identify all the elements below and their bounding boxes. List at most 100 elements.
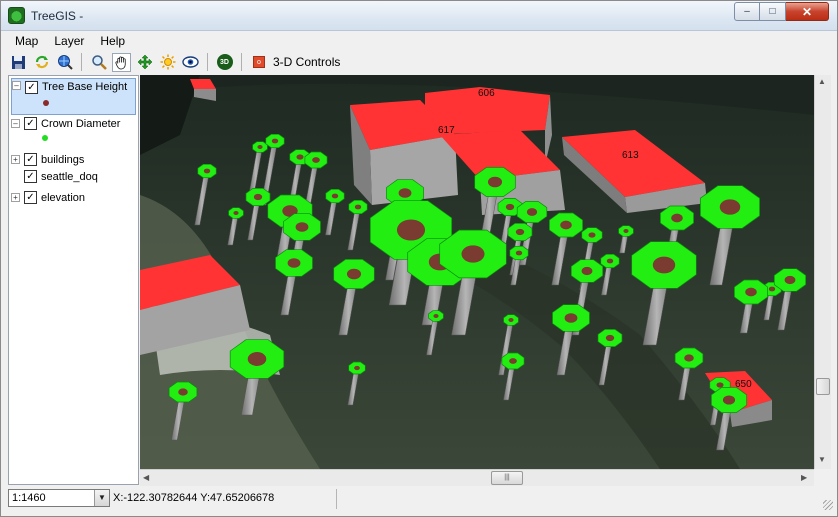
- layer-crown-diameter[interactable]: – ✓ Crown Diameter: [11, 115, 120, 132]
- window-controls: – □ ✕: [734, 2, 829, 21]
- collapse-toggle[interactable]: –: [11, 119, 20, 128]
- tree-base-marker: [623, 229, 629, 233]
- layer-label: seattle_doq: [41, 170, 98, 183]
- layer-label: elevation: [41, 191, 86, 204]
- menu-help[interactable]: Help: [92, 34, 133, 48]
- tree-base-marker: [354, 204, 362, 210]
- layer-tree-base-height[interactable]: – ✓ Tree Base Height: [11, 78, 136, 115]
- 3d-icon: 3D: [216, 54, 233, 70]
- tree-base-marker: [515, 250, 523, 256]
- layer-panel: – ✓ Tree Base Height – ✓ Crown Diameter …: [8, 75, 139, 485]
- layer-checkbox[interactable]: ✓: [24, 191, 37, 204]
- layer-checkbox[interactable]: ✓: [24, 117, 37, 130]
- map-canvas[interactable]: 606 617 613 650: [140, 75, 814, 469]
- layer-label: Crown Diameter: [41, 117, 121, 130]
- crown-legend-icon: [42, 135, 48, 141]
- tree-base-marker: [719, 199, 741, 215]
- tree-base-marker: [233, 211, 239, 215]
- map-view[interactable]: 606 617 613 650: [140, 75, 814, 469]
- tree-base-marker: [296, 154, 304, 160]
- refresh-icon[interactable]: [32, 53, 51, 72]
- app-window: TreeGIS - – □ ✕ Map Layer Help 3D o 3-D …: [0, 0, 838, 517]
- tree-base-marker: [564, 313, 578, 323]
- scroll-left-icon[interactable]: ◀: [143, 473, 149, 482]
- tree-base-legend-icon: [43, 100, 49, 106]
- building-label-606: 606: [478, 88, 495, 99]
- app-icon: [8, 7, 25, 24]
- layer-elevation[interactable]: + ✓ elevation: [11, 189, 85, 206]
- toolbar-separator: [207, 53, 208, 71]
- tree-base-marker: [508, 318, 514, 322]
- tree-base-marker: [605, 334, 615, 342]
- controls-icon[interactable]: o: [253, 56, 265, 68]
- tree-base-marker: [312, 157, 320, 163]
- resize-grip-icon[interactable]: [823, 500, 833, 510]
- tree-base-marker: [433, 314, 439, 318]
- window-title: TreeGIS -: [31, 9, 84, 23]
- tree-base-marker: [203, 168, 211, 174]
- tree-base-marker: [396, 219, 426, 241]
- eye-icon[interactable]: [181, 53, 200, 72]
- tree-base-marker: [671, 213, 683, 223]
- dropdown-arrow-icon[interactable]: ▼: [94, 490, 109, 506]
- menu-layer[interactable]: Layer: [46, 34, 92, 48]
- toolbar-separator: [81, 53, 82, 71]
- tree-base-marker: [287, 258, 301, 268]
- scroll-up-icon[interactable]: ▲: [818, 77, 826, 86]
- close-button[interactable]: ✕: [786, 2, 829, 21]
- sun-icon[interactable]: [158, 53, 177, 72]
- tree-base-marker: [247, 352, 267, 366]
- toolbar: 3D o 3-D Controls: [1, 51, 837, 73]
- scroll-down-icon[interactable]: ▼: [818, 455, 826, 464]
- toolbar-separator: [241, 53, 242, 71]
- expand-toggle[interactable]: +: [11, 155, 20, 164]
- tree-base-marker: [515, 228, 525, 236]
- layer-buildings[interactable]: + ✓ buildings: [11, 151, 84, 168]
- vertical-scroll-thumb[interactable]: [816, 378, 830, 395]
- horizontal-scrollbar[interactable]: ◀ ||| ▶: [140, 469, 814, 486]
- maximize-button[interactable]: □: [760, 2, 786, 21]
- coordinate-readout: X:-122.30782644 Y:47.65206678: [113, 492, 275, 504]
- scroll-right-icon[interactable]: ▶: [801, 473, 807, 482]
- scale-value: 1:1460: [12, 492, 46, 504]
- 3d-controls-button[interactable]: 3-D Controls: [273, 55, 340, 69]
- tree-base-marker: [331, 193, 339, 199]
- globe-search-icon[interactable]: [55, 53, 74, 72]
- tree-base-marker: [768, 286, 776, 292]
- title-bar[interactable]: TreeGIS - – □ ✕: [1, 1, 837, 31]
- layer-label: Tree Base Height: [42, 81, 128, 93]
- tree-base-marker: [505, 203, 515, 211]
- layer-checkbox[interactable]: ✓: [24, 170, 37, 183]
- scale-select[interactable]: 1:1460 ▼: [8, 489, 110, 507]
- save-icon[interactable]: [9, 53, 28, 72]
- horizontal-scroll-thumb[interactable]: |||: [491, 471, 523, 485]
- move-icon[interactable]: [135, 53, 154, 72]
- tree-base-marker: [652, 256, 676, 274]
- tree-base-marker: [487, 176, 503, 188]
- menu-map[interactable]: Map: [7, 34, 46, 48]
- 3d-view-button[interactable]: 3D: [215, 53, 234, 72]
- tree-base-marker: [257, 145, 263, 149]
- tree-base-marker: [560, 220, 572, 230]
- tree-base-marker: [716, 382, 724, 388]
- vertical-scrollbar[interactable]: ▲ ▼: [814, 75, 831, 469]
- tree-base-marker: [526, 208, 538, 216]
- expand-toggle[interactable]: +: [11, 193, 20, 202]
- tree-base-marker: [722, 395, 736, 405]
- menu-bar: Map Layer Help: [1, 32, 837, 50]
- zoom-icon[interactable]: [89, 53, 108, 72]
- tree-base-marker: [398, 188, 412, 198]
- tree-base-marker: [784, 275, 796, 285]
- layer-label: buildings: [41, 153, 85, 166]
- tree-base-marker: [346, 268, 362, 280]
- collapse-toggle[interactable]: –: [12, 81, 21, 90]
- layer-checkbox[interactable]: ✓: [25, 81, 38, 94]
- tree-base-marker: [271, 138, 279, 144]
- tree-base-marker: [461, 245, 485, 263]
- tree-base-marker: [684, 354, 694, 362]
- minimize-button[interactable]: –: [734, 2, 760, 21]
- layer-checkbox[interactable]: ✓: [24, 153, 37, 166]
- layer-seattle-doq[interactable]: ✓ seattle_doq: [24, 168, 98, 185]
- pan-hand-icon[interactable]: [112, 52, 131, 72]
- status-bar: 1:1460 ▼ X:-122.30782644 Y:47.65206678: [1, 488, 837, 516]
